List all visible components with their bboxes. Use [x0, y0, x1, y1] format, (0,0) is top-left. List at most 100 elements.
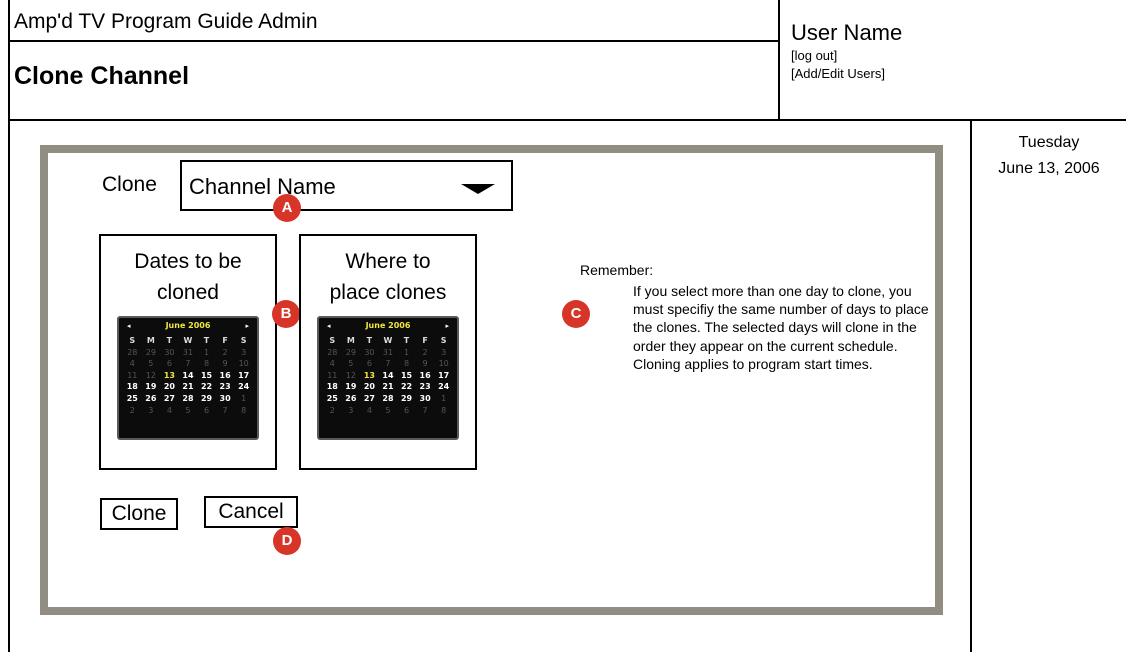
calendar-next-icon[interactable]: ▸	[445, 322, 449, 330]
calendar-day[interactable]: 5	[179, 405, 198, 417]
calendar-day[interactable]: 6	[197, 405, 216, 417]
calendar-day[interactable]: 25	[123, 393, 142, 405]
calendar-day[interactable]: 2	[323, 405, 342, 417]
calendar-day[interactable]: 15	[397, 370, 416, 382]
calendar-day[interactable]: 21	[379, 381, 398, 393]
calendar-day[interactable]: 18	[323, 381, 342, 393]
calendar-weekday: M	[346, 336, 355, 345]
cancel-button[interactable]: Cancel	[204, 496, 298, 528]
calendar-day[interactable]: 1	[197, 347, 216, 359]
channel-select[interactable]: Channel Name	[180, 160, 513, 211]
calendar-day[interactable]: 6	[397, 405, 416, 417]
header-divider	[8, 119, 1126, 121]
calendar-day[interactable]: 16	[416, 370, 435, 382]
calendar-day[interactable]: 10	[434, 358, 453, 370]
calendar-day[interactable]: 11	[123, 370, 142, 382]
calendar-day[interactable]: 4	[123, 358, 142, 370]
calendar-day[interactable]: 4	[160, 405, 179, 417]
calendar-day[interactable]: 14	[379, 370, 398, 382]
calendar-day[interactable]: 5	[142, 358, 161, 370]
calendar-day[interactable]: 29	[342, 347, 361, 359]
add-edit-users-link[interactable]: [Add/Edit Users]	[791, 66, 885, 81]
calendar-day[interactable]: 28	[123, 347, 142, 359]
calendar-next-icon[interactable]: ▸	[245, 322, 249, 330]
clone-button[interactable]: Clone	[100, 498, 178, 530]
calendar-day[interactable]: 24	[234, 381, 253, 393]
calendar-day[interactable]: 27	[360, 393, 379, 405]
calendar-day[interactable]: 9	[416, 358, 435, 370]
calendar-day[interactable]: 2	[216, 347, 235, 359]
calendar-day[interactable]: 29	[397, 393, 416, 405]
calendar-day[interactable]: 2	[123, 405, 142, 417]
calendar-day[interactable]: 31	[379, 347, 398, 359]
dates-to-clone-heading: Dates to be cloned	[101, 246, 275, 308]
calendar-day[interactable]: 8	[397, 358, 416, 370]
calendar-day[interactable]: 7	[379, 358, 398, 370]
calendar-day[interactable]: 6	[360, 358, 379, 370]
calendar-day[interactable]: 30	[360, 347, 379, 359]
calendar-day[interactable]: 29	[197, 393, 216, 405]
calendar-weekday: T	[403, 336, 410, 345]
calendar-day[interactable]: 28	[179, 393, 198, 405]
calendar-prev-icon[interactable]: ◂	[127, 322, 131, 330]
calendar-day[interactable]: 3	[434, 347, 453, 359]
calendar-day[interactable]: 23	[416, 381, 435, 393]
calendar-day[interactable]: 3	[234, 347, 253, 359]
calendar-day[interactable]: 8	[197, 358, 216, 370]
calendar-day[interactable]: 19	[142, 381, 161, 393]
calendar-day[interactable]: 4	[360, 405, 379, 417]
calendar-day[interactable]: 7	[179, 358, 198, 370]
calendar-day[interactable]: 10	[234, 358, 253, 370]
calendar-day[interactable]: 30	[216, 393, 235, 405]
calendar-day[interactable]: 13	[160, 370, 179, 382]
calendar-day[interactable]: 15	[197, 370, 216, 382]
calendar-day[interactable]: 26	[342, 393, 361, 405]
calendar-day[interactable]: 11	[323, 370, 342, 382]
calendar-day[interactable]: 23	[216, 381, 235, 393]
calendar-day[interactable]: 2	[416, 347, 435, 359]
calendar-day[interactable]: 13	[360, 370, 379, 382]
calendar-day[interactable]: 12	[142, 370, 161, 382]
calendar-day[interactable]: 3	[142, 405, 161, 417]
calendar-day[interactable]: 18	[123, 381, 142, 393]
calendar-day[interactable]: 3	[342, 405, 361, 417]
calendar-day[interactable]: 22	[197, 381, 216, 393]
calendar-day[interactable]: 21	[179, 381, 198, 393]
calendar-day[interactable]: 5	[342, 358, 361, 370]
calendar-day[interactable]: 28	[323, 347, 342, 359]
calendar-day[interactable]: 20	[160, 381, 179, 393]
calendar-day[interactable]: 31	[179, 347, 198, 359]
calendar-day[interactable]: 7	[216, 405, 235, 417]
calendar-day[interactable]: 7	[416, 405, 435, 417]
calendar-day[interactable]: 17	[234, 370, 253, 382]
calendar-day[interactable]: 26	[142, 393, 161, 405]
calendar-day[interactable]: 30	[416, 393, 435, 405]
calendar-day[interactable]: 27	[160, 393, 179, 405]
calendar-day[interactable]: 29	[142, 347, 161, 359]
target-date-calendar[interactable]: June 2006 ◂ ▸ S M T W T F S 28 29 30 31 1 2 3 4 5 6 7 8 9 10 11 1…	[317, 316, 459, 440]
source-date-calendar[interactable]: June 2006 ◂ ▸ S M T W T F S 28 29 30 31 1 2 3 4 5 6 7 8 9 10 11 1…	[117, 316, 259, 440]
calendar-day[interactable]: 24	[434, 381, 453, 393]
calendar-day[interactable]: 12	[342, 370, 361, 382]
calendar-day[interactable]: 8	[234, 405, 253, 417]
dates-to-clone-box: Dates to be cloned June 2006 ◂ ▸ S M T W T F S 28 2…	[99, 234, 277, 470]
calendar-day[interactable]: 8	[434, 405, 453, 417]
calendar-day[interactable]: 19	[342, 381, 361, 393]
calendar-day[interactable]: 20	[360, 381, 379, 393]
calendar-day[interactable]: 28	[379, 393, 398, 405]
calendar-day[interactable]: 25	[323, 393, 342, 405]
calendar-prev-icon[interactable]: ◂	[327, 322, 331, 330]
calendar-day[interactable]: 1	[234, 393, 253, 405]
calendar-day[interactable]: 17	[434, 370, 453, 382]
calendar-day[interactable]: 1	[397, 347, 416, 359]
calendar-day[interactable]: 30	[160, 347, 179, 359]
logout-link[interactable]: [log out]	[791, 48, 837, 63]
calendar-day[interactable]: 6	[160, 358, 179, 370]
calendar-day[interactable]: 5	[379, 405, 398, 417]
calendar-day[interactable]: 4	[323, 358, 342, 370]
calendar-day[interactable]: 1	[434, 393, 453, 405]
calendar-day[interactable]: 22	[397, 381, 416, 393]
calendar-day[interactable]: 9	[216, 358, 235, 370]
calendar-day[interactable]: 14	[179, 370, 198, 382]
calendar-day[interactable]: 16	[216, 370, 235, 382]
